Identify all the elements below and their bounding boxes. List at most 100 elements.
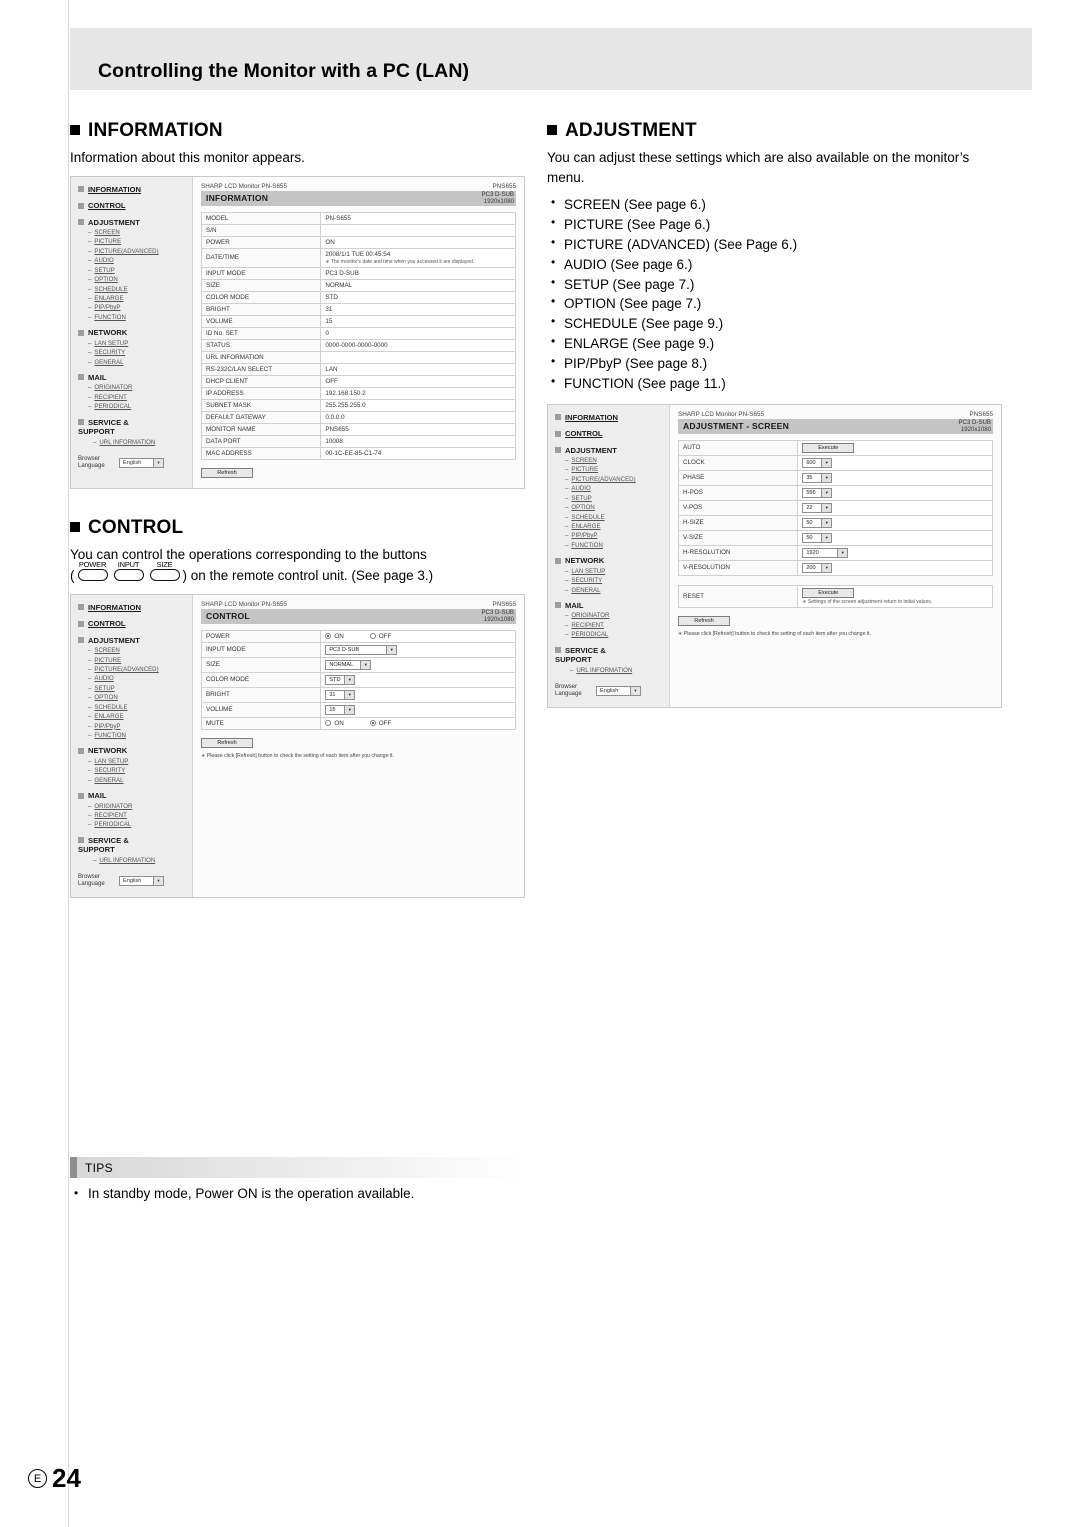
nav-item-periodical[interactable]: – PERIODICAL (88, 821, 192, 829)
nav-item-originator[interactable]: – ORIGINATOR (88, 384, 192, 392)
v-pos-select[interactable]: 22 ▾ (802, 502, 833, 513)
nav-item-audio[interactable]: – AUDIO (88, 675, 192, 683)
dash-icon: – (88, 339, 92, 347)
nav-group-adjustment[interactable]: ADJUSTMENT (78, 218, 192, 227)
nav-item-originator[interactable]: – ORIGINATOR (565, 612, 669, 620)
nav-item-url-information[interactable]: – URL INFORMATION (93, 439, 192, 447)
nav-item-enlarge[interactable]: – ENLARGE (565, 523, 669, 531)
browser-language-select[interactable]: English ▾ (119, 458, 164, 469)
nav-item-pip-pbyp[interactable]: – PIP/PbyP (88, 304, 192, 312)
nav-item-function[interactable]: – FUNCTION (88, 314, 192, 322)
nav-group-adjustment[interactable]: ADJUSTMENT (78, 636, 192, 645)
nav-item-setup[interactable]: – SETUP (88, 685, 192, 693)
browser-language-select[interactable]: English ▾ (119, 876, 164, 887)
nav-item-screen[interactable]: – SCREEN (565, 457, 669, 465)
nav-item-lan-setup[interactable]: – LAN SETUP (88, 340, 192, 348)
nav-item-option[interactable]: – OPTION (565, 504, 669, 512)
h-pos-select[interactable]: 556 ▾ (802, 487, 833, 498)
row-key: MUTE (200, 716, 322, 730)
power-radio-on[interactable]: ON (325, 632, 344, 640)
nav-item-general[interactable]: – GENERAL (88, 777, 192, 785)
nav-item-picture[interactable]: – PICTURE (565, 466, 669, 474)
nav-item-picture[interactable]: – PICTURE (88, 657, 192, 665)
refresh-button[interactable]: Refresh (201, 737, 253, 748)
nav-group-network[interactable]: NETWORK (78, 328, 192, 337)
nav-group-adjustment[interactable]: ADJUSTMENT (555, 446, 669, 455)
nav-item-security[interactable]: – SECURITY (88, 767, 192, 775)
v-size-select[interactable]: 50 ▾ (802, 532, 833, 543)
nav-item-lan-setup[interactable]: – LAN SETUP (565, 568, 669, 576)
nav-group-service-support[interactable]: SERVICE & SUPPORT (555, 646, 669, 665)
nav-item-url-information[interactable]: – URL INFORMATION (93, 857, 192, 865)
auto-execute-button[interactable]: Execute (802, 442, 855, 453)
nav-item-pip-pbyp[interactable]: – PIP/PbyP (88, 723, 192, 731)
refresh-button[interactable]: Refresh (678, 615, 730, 626)
power-radio-off[interactable]: OFF (369, 633, 391, 640)
nav-group-mail[interactable]: MAIL (78, 791, 192, 800)
nav-item-screen[interactable]: – SCREEN (88, 229, 192, 237)
nav-item-setup[interactable]: – SETUP (565, 495, 669, 503)
nav-group-information[interactable]: INFORMATION (78, 603, 192, 612)
nav-group-control[interactable]: CONTROL (78, 619, 192, 628)
nav-group-control[interactable]: CONTROL (78, 201, 192, 210)
nav-group-service-support[interactable]: SERVICE & SUPPORT (78, 836, 192, 855)
nav-item-security[interactable]: – SECURITY (88, 349, 192, 357)
nav-item-option[interactable]: – OPTION (88, 694, 192, 702)
reset-execute-button[interactable]: Execute (802, 587, 855, 598)
nav-item-lan-setup[interactable]: – LAN SETUP (88, 758, 192, 766)
nav-item-picture-advanced[interactable]: – PICTURE(ADVANCED) (565, 476, 669, 484)
nav-item-audio[interactable]: – AUDIO (565, 485, 669, 493)
phase-select[interactable]: 35 ▾ (802, 472, 833, 483)
nav-item-recipient[interactable]: – RECIPIENT (88, 394, 192, 402)
nav-item-recipient[interactable]: – RECIPIENT (565, 622, 669, 630)
nav-item-picture-advanced[interactable]: – PICTURE(ADVANCED) (88, 666, 192, 674)
nav-item-enlarge[interactable]: – ENLARGE (88, 713, 192, 721)
nav-item-security[interactable]: – SECURITY (565, 577, 669, 585)
nav-item-periodical[interactable]: – PERIODICAL (88, 403, 192, 411)
nav-item-function[interactable]: – FUNCTION (88, 732, 192, 740)
bright-select[interactable]: 31 ▾ (325, 689, 356, 700)
refresh-button[interactable]: Refresh (201, 467, 253, 478)
volume-select[interactable]: 15 ▾ (325, 704, 356, 715)
browser-language-select[interactable]: English ▾ (596, 686, 641, 697)
radio-label: ON (334, 632, 344, 640)
nav-item-function[interactable]: – FUNCTION (565, 542, 669, 550)
nav-item-general[interactable]: – GENERAL (88, 359, 192, 367)
v-resolution-select[interactable]: 200 ▾ (802, 562, 833, 573)
nav-item-audio[interactable]: – AUDIO (88, 257, 192, 265)
list-item: OPTION (See page 7.) (547, 293, 1002, 314)
input-mode-select[interactable]: PC3 D-SUB ▾ (325, 644, 398, 655)
nav-item-picture-advanced[interactable]: – PICTURE(ADVANCED) (88, 248, 192, 256)
nav-group-service-support[interactable]: SERVICE & SUPPORT (78, 418, 192, 437)
nav-group-network[interactable]: NETWORK (555, 556, 669, 565)
nav-group-control[interactable]: CONTROL (555, 429, 669, 438)
size-select[interactable]: NORMAL ▾ (325, 659, 372, 670)
color-mode-select[interactable]: STD ▾ (325, 674, 356, 685)
nav-item-enlarge[interactable]: – ENLARGE (88, 295, 192, 303)
nav-item-periodical[interactable]: – PERIODICAL (565, 631, 669, 639)
nav-group-information[interactable]: INFORMATION (555, 413, 669, 422)
nav-item-schedule[interactable]: – SCHEDULE (88, 704, 192, 712)
clock-select[interactable]: 600 ▾ (802, 457, 833, 468)
nav-item-screen[interactable]: – SCREEN (88, 647, 192, 655)
nav-group-network[interactable]: NETWORK (78, 746, 192, 755)
nav-item-general[interactable]: – GENERAL (565, 587, 669, 595)
nav-item-originator[interactable]: – ORIGINATOR (88, 803, 192, 811)
nav-item-picture[interactable]: – PICTURE (88, 238, 192, 246)
nav-group-mail[interactable]: MAIL (78, 373, 192, 382)
nav-item-schedule[interactable]: – SCHEDULE (565, 514, 669, 522)
table-row: INPUT MODE PC3 D-SUB (200, 266, 516, 280)
nav-item-url-information[interactable]: – URL INFORMATION (570, 667, 669, 675)
h-size-select[interactable]: 50 ▾ (802, 517, 833, 528)
mute-radio-on[interactable]: ON (325, 720, 344, 727)
nav-item-pip-pbyp[interactable]: – PIP/PbyP (565, 532, 669, 540)
nav-item-setup[interactable]: – SETUP (88, 267, 192, 275)
nav-item-option[interactable]: – OPTION (88, 276, 192, 284)
row-key: MONITOR NAME (200, 422, 322, 436)
h-resolution-select[interactable]: 1920 ▾ (802, 547, 849, 558)
nav-group-information[interactable]: INFORMATION (78, 185, 192, 194)
nav-group-mail[interactable]: MAIL (555, 601, 669, 610)
nav-item-recipient[interactable]: – RECIPIENT (88, 812, 192, 820)
nav-item-schedule[interactable]: – SCHEDULE (88, 286, 192, 294)
mute-radio-off[interactable]: OFF (369, 720, 391, 727)
